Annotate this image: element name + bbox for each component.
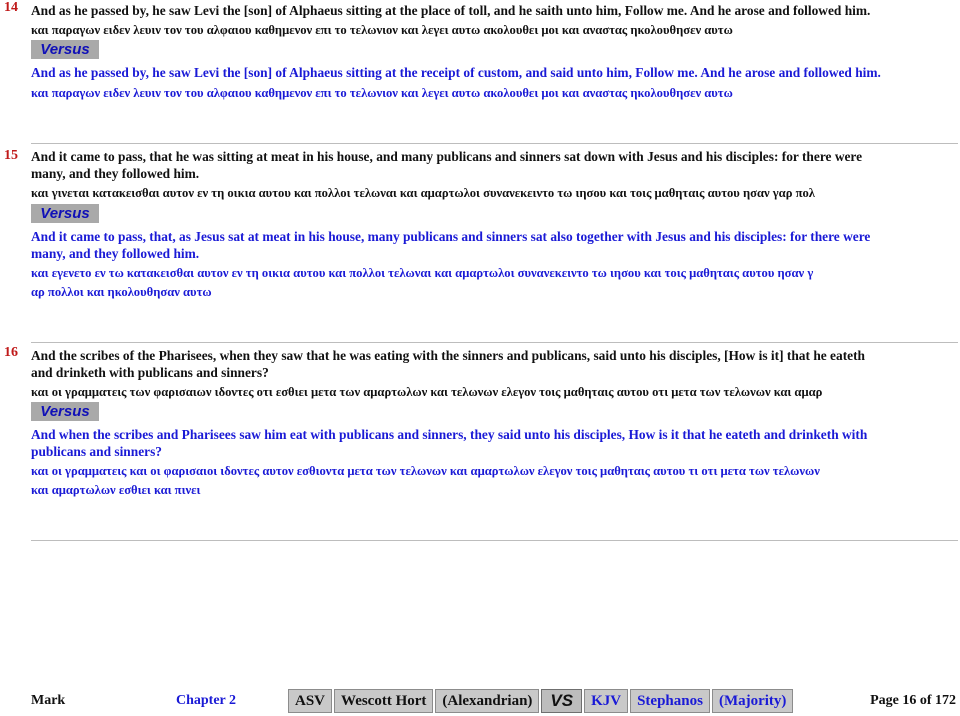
alexandrian-button[interactable]: (Alexandrian) xyxy=(435,689,540,713)
version-nav-bar: ASV Wescott Hort (Alexandrian) VS KJV St… xyxy=(288,689,795,713)
verse-separator xyxy=(31,143,958,144)
verse-number: 16 xyxy=(4,345,18,360)
wescott-hort-text-line: και παραγων ειδεν λευιν τον του αλφαιου … xyxy=(31,23,733,37)
asv-text-line: And it came to pass, that he was sitting… xyxy=(31,149,863,164)
versus-label: Versus xyxy=(31,40,99,59)
chapter-link[interactable]: Chapter 2 xyxy=(176,693,236,709)
asv-text-line: And as he passed by, he saw Levi the [so… xyxy=(31,3,871,18)
wescott-hort-text-line: και γινεται κατακεισθαι αυτον εν τη οικι… xyxy=(31,186,815,200)
kjv-text-line: And when the scribes and Pharisees saw h… xyxy=(31,427,868,442)
asv-text-line: many, and they followed him. xyxy=(31,166,200,181)
stephanos-text-line: και οι γραμματεις και οι φαρισαιοι ιδοντ… xyxy=(31,464,820,478)
verse-separator xyxy=(31,342,958,343)
stephanos-text-line: και αμαρτωλων εσθιει και πινει xyxy=(31,483,201,497)
wescott-hort-text-line: και οι γραμματεις των φαρισαιων ιδοντες … xyxy=(31,385,823,399)
verse-separator xyxy=(31,540,958,541)
asv-text-line: and drinketh with publicans and sinners? xyxy=(31,365,269,380)
stephanos-text-line: αρ πολλοι και ηκολουθησαν αυτω xyxy=(31,285,212,299)
vs-button[interactable]: VS xyxy=(541,689,583,713)
page-footer: Mark Chapter 2 ASV Wescott Hort (Alexand… xyxy=(0,688,960,716)
page-indicator: Page 16 of 172 xyxy=(870,693,956,708)
stephanos-button[interactable]: Stephanos xyxy=(630,689,710,713)
stephanos-text-line: και εγενετο εν τω κατακεισθαι αυτον εν τ… xyxy=(31,266,814,280)
asv-button[interactable]: ASV xyxy=(288,689,333,713)
versus-label: Versus xyxy=(31,204,99,223)
kjv-text-line: And it came to pass, that, as Jesus sat … xyxy=(31,229,871,244)
kjv-text-line: publicans and sinners? xyxy=(31,444,162,459)
kjv-button[interactable]: KJV xyxy=(584,689,629,713)
verse-number: 14 xyxy=(4,0,18,15)
wescott-hort-button[interactable]: Wescott Hort xyxy=(334,689,434,713)
kjv-text-line: many, and they followed him. xyxy=(31,246,200,261)
majority-button[interactable]: (Majority) xyxy=(711,689,794,713)
book-name: Mark xyxy=(31,693,66,708)
kjv-text-line: And as he passed by, he saw Levi the [so… xyxy=(31,65,881,80)
verse-number: 15 xyxy=(4,148,18,163)
stephanos-text-line: και παραγων ειδεν λευιν τον του αλφαιου … xyxy=(31,86,733,100)
versus-label: Versus xyxy=(31,402,99,421)
asv-text-line: And the scribes of the Pharisees, when t… xyxy=(31,348,865,363)
